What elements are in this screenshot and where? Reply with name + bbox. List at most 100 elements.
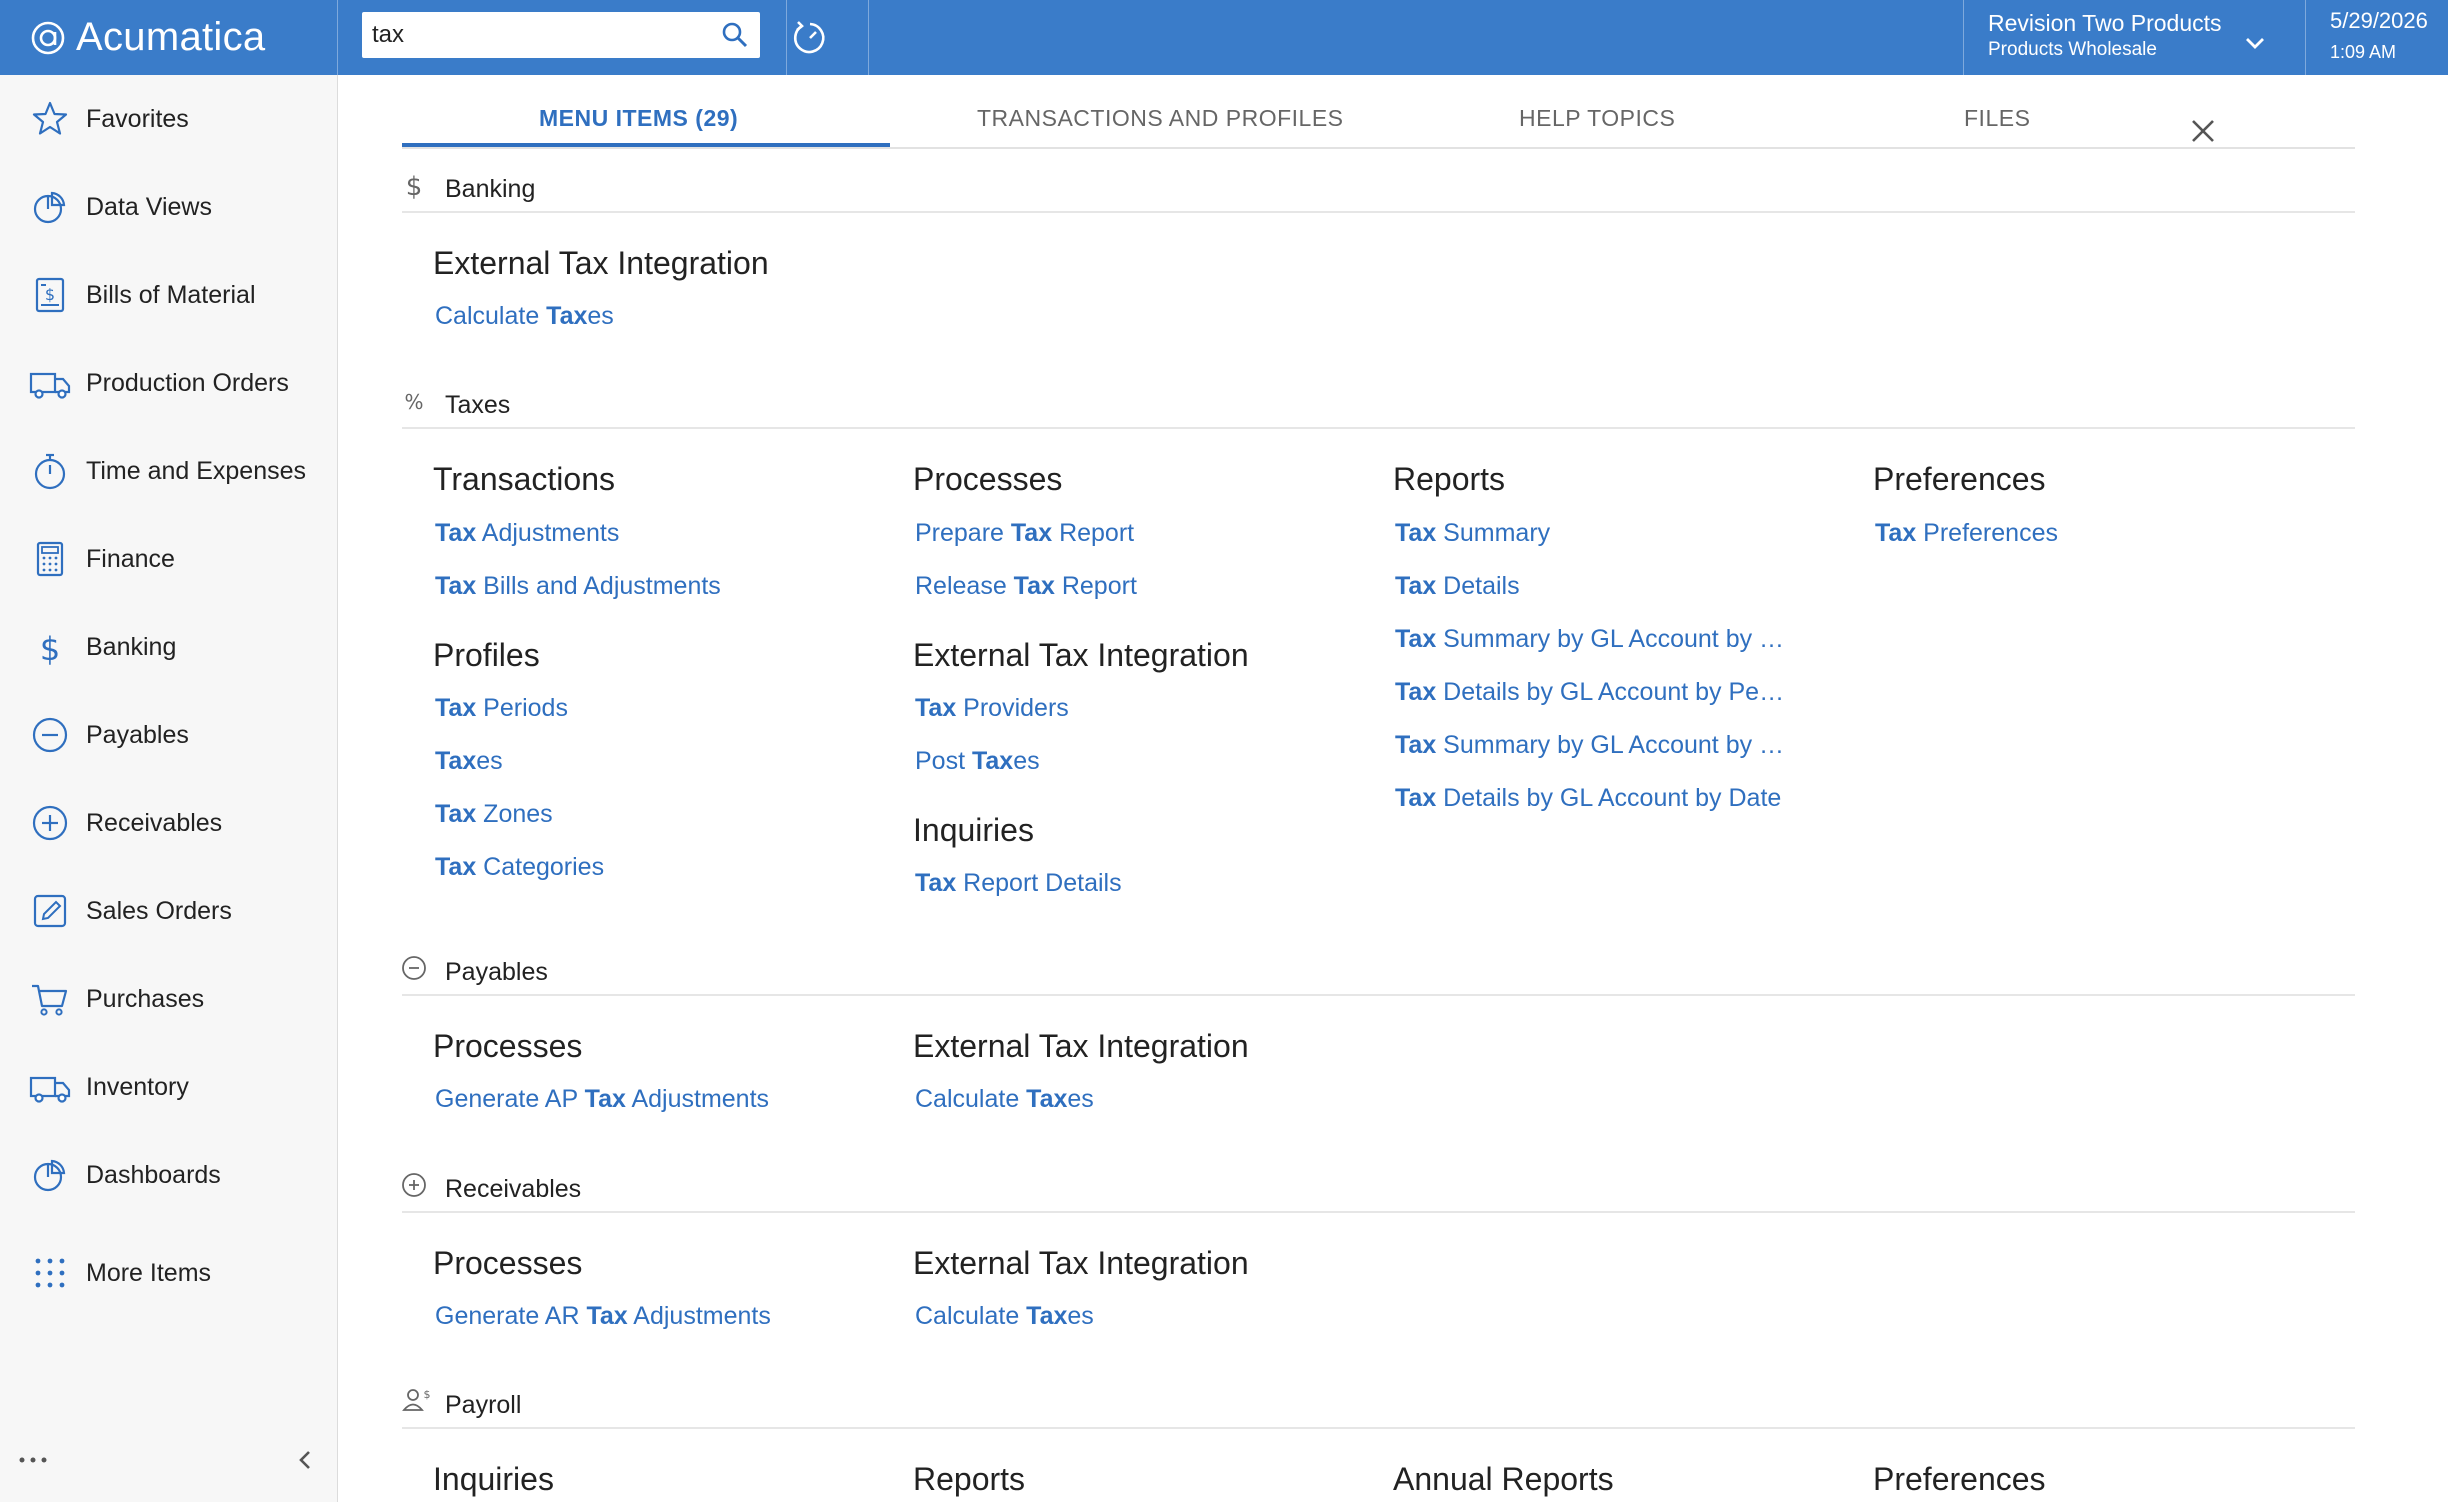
company-branch: Products Wholesale (1988, 39, 2157, 60)
sidebar-item-banking[interactable]: $ Banking (0, 617, 338, 677)
stopwatch-icon (34, 453, 66, 490)
search-results-panel: MENU ITEMS (29) TRANSACTIONS AND PROFILE… (339, 75, 2448, 1502)
sidebar-item-receivables[interactable]: Receivables (0, 793, 338, 853)
sidebar-item-payables[interactable]: Payables (0, 705, 338, 765)
menu-link[interactable]: Tax Details (1395, 572, 1520, 601)
section-title: Banking (445, 175, 536, 203)
svg-text:$: $ (40, 630, 60, 668)
minus-circle-icon (402, 956, 426, 980)
menu-link[interactable]: Tax Bills and Adjustments (435, 572, 721, 601)
tab-files[interactable]: FILES (1964, 105, 2030, 132)
sidebar-item-label: Inventory (86, 1072, 189, 1101)
acumatica-logo[interactable]: Acumatica (30, 0, 265, 75)
sidebar-item-production-orders[interactable]: Production Orders (0, 353, 338, 413)
collapse-sidebar-icon[interactable] (292, 1445, 318, 1475)
sidebar-item-label: Finance (86, 544, 175, 573)
grid-dots-icon (35, 1258, 65, 1288)
group-title: Profiles (433, 637, 540, 673)
sidebar-item-purchases[interactable]: Purchases (0, 969, 338, 1029)
company-name: Revision Two Products (1988, 10, 2222, 36)
sidebar-item-label: Production Orders (86, 368, 289, 397)
sidebar-item-data-views[interactable]: Data Views (0, 177, 338, 237)
sidebar-item-sales-orders[interactable]: Sales Orders (0, 881, 338, 941)
sidebar-item-label: Time and Expenses (86, 456, 307, 485)
menu-link[interactable]: Calculate Taxes (435, 302, 614, 331)
menu-link[interactable]: Tax Preferences (1875, 519, 2058, 548)
menu-link[interactable]: Tax Periods (435, 694, 568, 723)
menu-link[interactable]: Tax Details by GL Account by Pe… (1395, 678, 1784, 707)
chevron-down-icon (2246, 38, 2264, 49)
svg-text:%: % (404, 390, 423, 414)
group-title: Preferences (1873, 461, 2046, 497)
sidebar-item-inventory[interactable]: Inventory (0, 1057, 338, 1117)
sidebar-item-label: Receivables (86, 808, 223, 837)
sidebar-item-finance[interactable]: Finance (0, 529, 338, 589)
group-title: External Tax Integration (433, 245, 769, 281)
section-payroll: $ Payroll (402, 1385, 2355, 1429)
menu-link[interactable]: Tax Report Details (915, 869, 1122, 898)
sidebar: Favorites Data Views $ Bills of Material… (0, 75, 338, 1502)
group-title: Reports (913, 1461, 1026, 1497)
user-dollar-icon: $ (402, 1388, 431, 1411)
results-tabs: MENU ITEMS (29) TRANSACTIONS AND PROFILE… (402, 75, 2355, 149)
sidebar-item-bills-of-material[interactable]: $ Bills of Material (0, 265, 338, 325)
menu-link[interactable]: Tax Providers (915, 694, 1069, 723)
cart-icon (32, 984, 68, 1016)
pie-chart-icon (33, 1159, 66, 1192)
section-title: Payables (445, 958, 548, 986)
divider (2305, 0, 2306, 75)
menu-link[interactable]: Release Tax Report (915, 572, 1137, 601)
group-title: Annual Reports (1393, 1461, 1614, 1497)
group-title: Inquiries (913, 812, 1034, 848)
tab-help-topics[interactable]: HELP TOPICS (1519, 105, 1675, 132)
acumatica-logo-icon (31, 21, 65, 54)
calculator-icon (36, 541, 64, 577)
menu-link[interactable]: Tax Summary (1395, 519, 1550, 548)
sidebar-item-favorites[interactable]: Favorites (0, 89, 338, 149)
menu-link[interactable]: Taxes (435, 747, 503, 776)
tab-transactions-and-profiles[interactable]: TRANSACTIONS AND PROFILES (977, 105, 1344, 132)
date-time[interactable]: 5/29/2026 1:09 AM (2330, 8, 2428, 63)
menu-link[interactable]: Tax Zones (435, 800, 553, 829)
sidebar-item-more-items[interactable]: More Items (0, 1243, 338, 1303)
menu-link[interactable]: Tax Details by GL Account by Date (1395, 784, 1781, 813)
menu-link[interactable]: Generate AR Tax Adjustments (435, 1302, 771, 1331)
svg-text:$: $ (406, 172, 423, 202)
star-icon (32, 101, 68, 135)
menu-link[interactable]: Prepare Tax Report (915, 519, 1134, 548)
menu-link[interactable]: Tax Summary by GL Account by … (1395, 625, 1784, 654)
menu-link[interactable]: Generate AP Tax Adjustments (435, 1085, 769, 1114)
sidebar-item-dashboards[interactable]: Dashboards (0, 1145, 338, 1205)
section-title: Taxes (445, 391, 511, 419)
group-title: Processes (433, 1245, 583, 1281)
search-input[interactable] (362, 21, 692, 49)
menu-link[interactable]: Post Taxes (915, 747, 1040, 776)
group-title: Processes (433, 1028, 583, 1064)
company-selector[interactable]: Revision Two Products Products Wholesale (1988, 10, 2264, 61)
sidebar-item-label: Payables (86, 720, 189, 749)
brand-name: Acumatica (76, 15, 266, 59)
section-taxes: % Taxes (402, 385, 2355, 429)
section-receivables: Receivables (402, 1169, 2355, 1213)
menu-link[interactable]: Tax Categories (435, 853, 604, 882)
sidebar-item-label: More Items (86, 1258, 212, 1287)
history-icon[interactable] (788, 16, 832, 60)
sidebar-item-label: Favorites (86, 104, 189, 133)
divider (868, 0, 869, 75)
divider (337, 0, 338, 75)
search-box[interactable] (362, 12, 760, 58)
menu-link[interactable]: Calculate Taxes (915, 1085, 1094, 1114)
truck-icon (29, 1076, 71, 1103)
sidebar-item-label: Sales Orders (86, 896, 232, 925)
sidebar-item-label: Purchases (86, 984, 205, 1013)
menu-link[interactable]: Calculate Taxes (915, 1302, 1094, 1331)
menu-link[interactable]: Tax Adjustments (435, 519, 619, 548)
sidebar-item-time-and-expenses[interactable]: Time and Expenses (0, 441, 338, 501)
menu-link[interactable]: Tax Summary by GL Account by … (1395, 731, 1784, 760)
close-icon[interactable] (2185, 113, 2221, 149)
tab-menu-items[interactable]: MENU ITEMS (29) (539, 105, 738, 132)
top-bar: Acumatica Revision Two Products Products… (0, 0, 2448, 75)
search-icon[interactable] (720, 20, 750, 50)
sidebar-item-label: Bills of Material (86, 280, 256, 309)
more-options-icon[interactable] (18, 1455, 48, 1465)
